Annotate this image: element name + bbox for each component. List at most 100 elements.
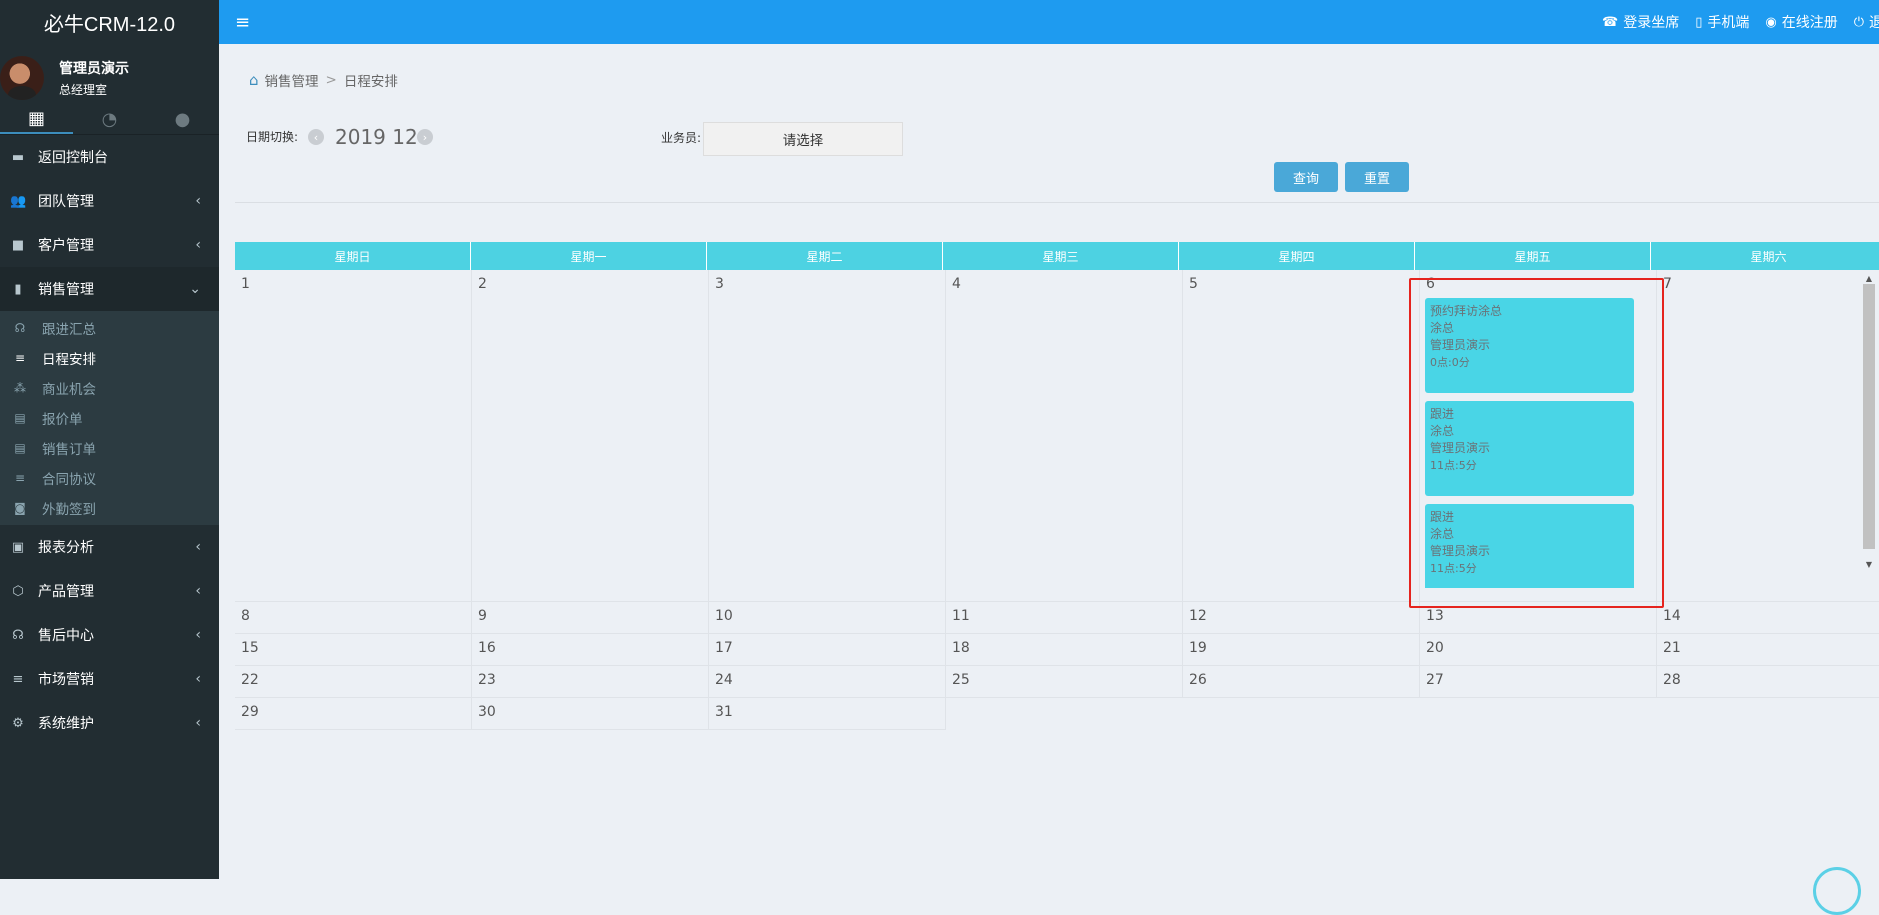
calendar-day[interactable]: 25 [946,666,1183,698]
pie-chart-icon[interactable]: ◔ [73,104,146,134]
mobile-link[interactable]: ▯ 手机端 [1695,12,1749,32]
power-icon: ⏻ [1853,14,1864,30]
register-link[interactable]: ◉ 在线注册 [1765,12,1837,32]
sidebar-subitem-schedule[interactable]: ≡ 日程安排 [0,343,219,373]
dashboard-grid-icon[interactable]: ▦ [0,104,73,134]
calendar-day[interactable]: 27 [1420,666,1657,698]
weekday-mon: 星期一 [471,242,707,270]
event-card[interactable]: 跟进 涂总 管理员演示 11点:5分 [1425,504,1634,588]
scroll-down-icon[interactable]: ▼ [1863,560,1875,570]
scroll-thumb[interactable] [1863,284,1875,549]
sidebar-item-sales[interactable]: ▮ 销售管理 ⌄ [0,267,219,311]
calendar-week: 29 30 31 [235,698,1879,730]
calendar-day[interactable]: 21 [1657,634,1879,666]
user-panel: 管理员演示 总经理室 [0,44,219,104]
query-button[interactable]: 查询 [1274,162,1338,192]
breadcrumb-parent[interactable]: 销售管理 [265,70,319,90]
calendar-day[interactable]: 19 [1183,634,1420,666]
calendar-day[interactable]: 2 [472,270,709,602]
day-number: 2 [478,276,487,292]
calendar-day[interactable]: 15 [235,634,472,666]
calendar-day[interactable]: 13 [1420,602,1657,634]
calendar-day[interactable]: 31 [709,698,946,730]
calendar-day[interactable]: 9 [472,602,709,634]
sidebar-subitem-label: 销售订单 [42,442,96,458]
sales-submenu: ☊ 跟进汇总 ≡ 日程安排 ⁂ 商业机会 ▤ 报价单 ▤ 销售订单 ≡ 合同协议… [0,311,219,525]
sidebar-subitem-orders[interactable]: ▤ 销售订单 [0,433,219,463]
calendar-day[interactable]: 17 [709,634,946,666]
calendar-day[interactable]: 24 [709,666,946,698]
sidebar-item-console[interactable]: ▬ 返回控制台 [0,135,219,179]
sidebar-item-system[interactable]: ⚙ 系统维护 ‹ [0,701,219,745]
calendar-day[interactable]: 29 [235,698,472,730]
calendar-day[interactable]: 20 [1420,634,1657,666]
sidebar-item-team[interactable]: 👥 团队管理 ‹ [0,179,219,223]
sidebar-item-products[interactable]: ⬡ 产品管理 ‹ [0,569,219,613]
sales-rep-select[interactable]: 请选择 [703,122,903,156]
logout-link[interactable]: ⏻ 退出 [1854,12,1879,32]
top-link-label: 登录坐席 [1623,15,1680,31]
sidebar-item-customers[interactable]: ■ 客户管理 ‹ [0,223,219,267]
sidebar-subitem-followup-summary[interactable]: ☊ 跟进汇总 [0,313,219,343]
floating-widget[interactable] [1813,867,1861,915]
sidebar-subitem-checkin[interactable]: ◙ 外勤签到 [0,493,219,523]
sidebar-subitem-opportunities[interactable]: ⁂ 商业机会 [0,373,219,403]
sidebar-subitem-quotes[interactable]: ▤ 报价单 [0,403,219,433]
top-links: ☎ 登录坐席 ▯ 手机端 ◉ 在线注册 ⏻ 退出 [1602,0,1879,44]
calendar-header: 星期日 星期一 星期二 星期三 星期四 星期五 星期六 [235,242,1879,270]
login-seat-link[interactable]: ☎ 登录坐席 [1602,12,1679,32]
user-role: 总经理室 [59,83,108,97]
headset-icon: ☊ [12,627,24,643]
chevron-down-icon: ⌄ [189,281,201,297]
menu-toggle-icon[interactable]: ≡ [235,12,250,33]
weekday-tue: 星期二 [707,242,943,270]
sidebar-item-marketing[interactable]: ≡ 市场营销 ‹ [0,657,219,701]
calendar-day[interactable]: 11 [946,602,1183,634]
sidebar-item-label: 客户管理 [38,238,94,254]
next-month-icon[interactable]: › [417,129,433,145]
gear-icon: ⚙ [12,715,24,731]
event-card[interactable]: 跟进 涂总 管理员演示 11点:5分 [1425,401,1634,496]
day-number: 15 [241,640,259,656]
calendar-day[interactable]: 22 [235,666,472,698]
calendar-day[interactable]: 6 预约拜访涂总 涂总 管理员演示 0点:0分 跟进 涂总 管理员演示 11点:… [1420,270,1657,602]
calendar-day[interactable]: 30 [472,698,709,730]
day-number: 4 [952,276,961,292]
calendar-day[interactable]: 26 [1183,666,1420,698]
event-owner: 管理员演示 [1430,338,1491,352]
sidebar-item-aftersales[interactable]: ☊ 售后中心 ‹ [0,613,219,657]
calendar-day[interactable]: 8 [235,602,472,634]
calendar-day-empty [1183,698,1420,730]
calendar-day[interactable]: 10 [709,602,946,634]
calendar-day[interactable]: 4 [946,270,1183,602]
user-name: 管理员演示 [59,61,129,77]
day-number: 12 [1189,608,1207,624]
scroll-up-icon[interactable]: ▲ [1863,274,1875,284]
monitor-icon: ▬ [11,149,25,165]
calendar-day[interactable]: 3 [709,270,946,602]
calendar-day[interactable]: 28 [1657,666,1879,698]
calendar-day[interactable]: 23 [472,666,709,698]
calendar-day[interactable]: 12 [1183,602,1420,634]
calendar-week: 1 2 3 4 5 6 预约拜访涂总 涂总 管理员演示 0点:0分 跟进 涂总 [235,270,1879,602]
sidebar-item-label: 市场营销 [38,672,94,688]
day-number: 31 [715,704,733,720]
calendar-day[interactable]: 7 [1657,270,1879,602]
calendar-day[interactable]: 5 [1183,270,1420,602]
prev-month-icon[interactable]: ‹ [308,129,324,145]
day-number: 22 [241,672,259,688]
sidebar-item-reports[interactable]: ▣ 报表分析 ‹ [0,525,219,569]
sidebar-subitem-contracts[interactable]: ≡ 合同协议 [0,463,219,493]
list-icon: ≡ [12,671,24,687]
calendar-day[interactable]: 16 [472,634,709,666]
event-scrollbar[interactable]: ▲ ▼ [1863,274,1875,572]
home-icon[interactable]: ⌂ [249,71,259,89]
calendar-day[interactable]: 18 [946,634,1183,666]
sidebar-item-label: 团队管理 [38,194,94,210]
app-title[interactable]: 必牛CRM-12.0 [0,0,219,44]
calendar-day[interactable]: 14 [1657,602,1879,634]
chat-bubble-icon[interactable]: ● [146,104,219,134]
reset-button[interactable]: 重置 [1345,162,1409,192]
event-card[interactable]: 预约拜访涂总 涂总 管理员演示 0点:0分 [1425,298,1634,393]
calendar-day[interactable]: 1 [235,270,472,602]
